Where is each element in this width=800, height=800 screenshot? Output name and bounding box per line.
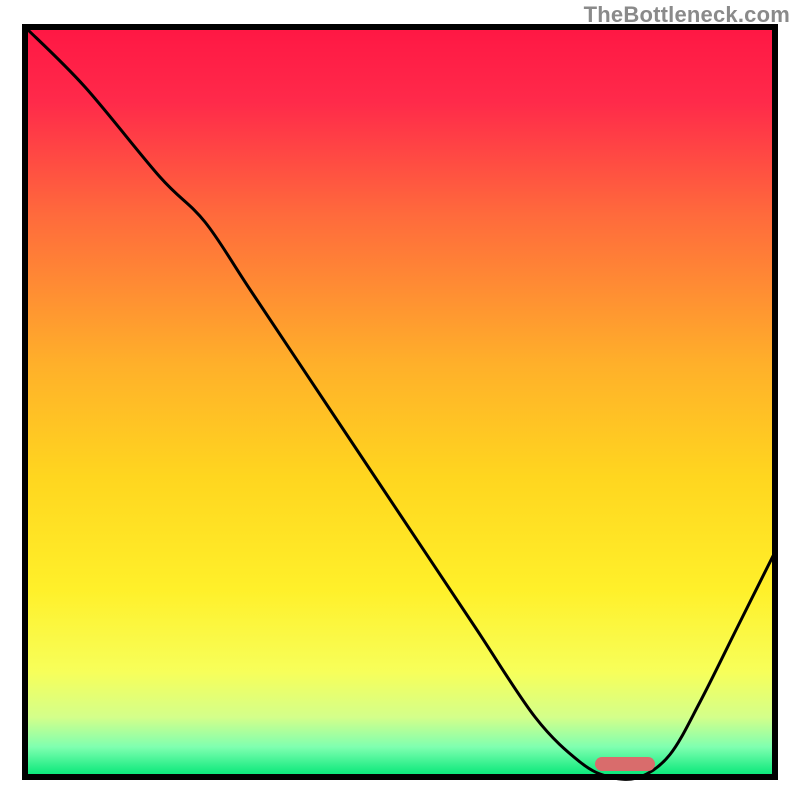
- watermark-text: TheBottleneck.com: [584, 2, 790, 28]
- plot-background: [25, 27, 775, 777]
- chart-container: TheBottleneck.com: [0, 0, 800, 800]
- bottleneck-chart: [0, 0, 800, 800]
- optimal-marker: [595, 757, 655, 771]
